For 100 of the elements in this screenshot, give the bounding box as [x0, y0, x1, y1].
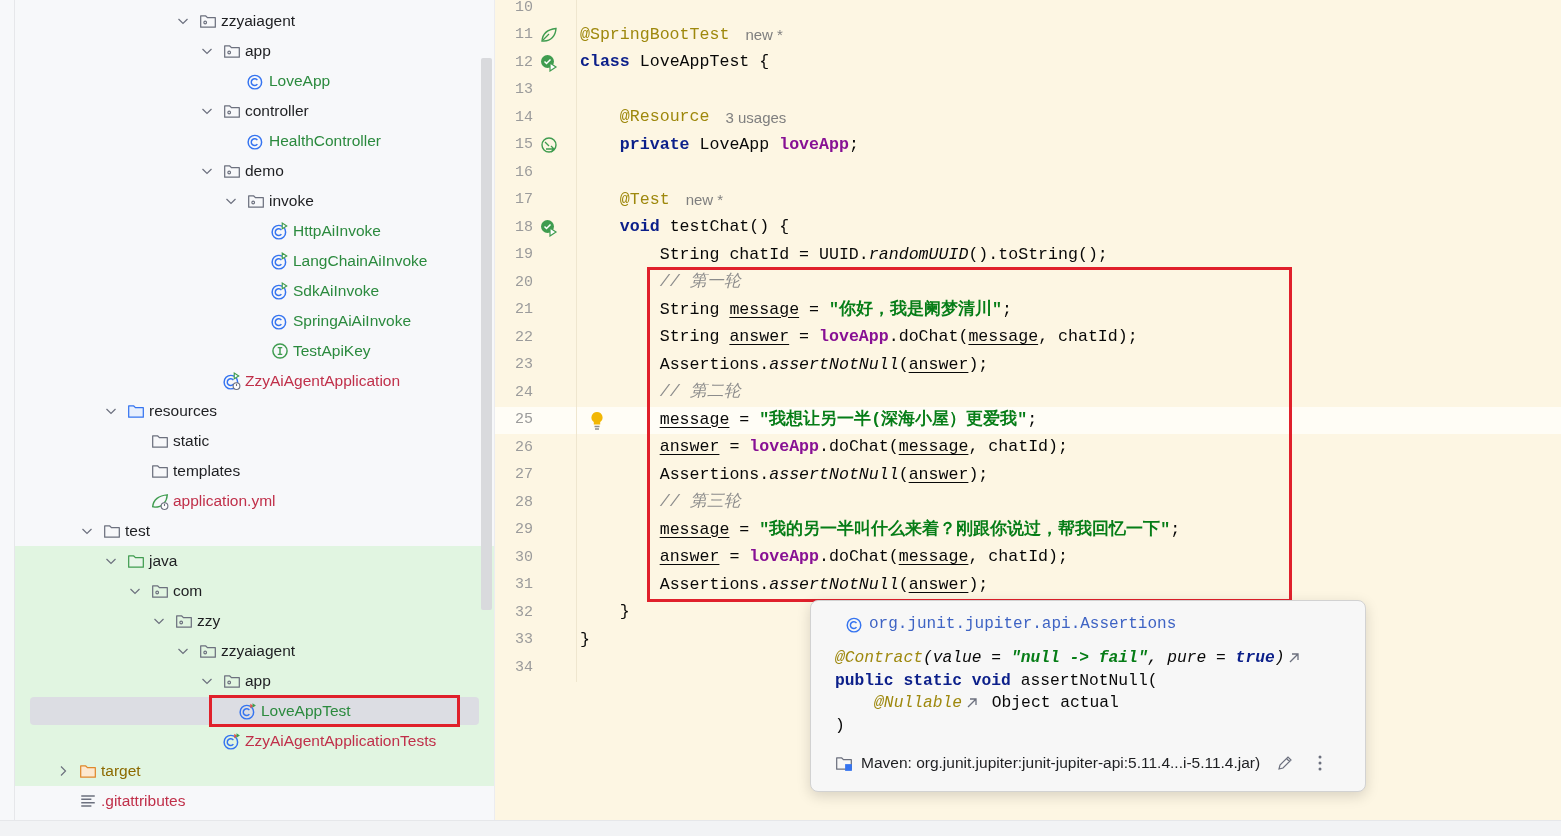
package-folder-icon: [223, 102, 241, 120]
tree-item[interactable]: LoveAppTest: [15, 696, 494, 726]
spring-leaf-icon[interactable]: [540, 26, 558, 45]
code-line: message = "我的另一半叫什么来着？刚跟你说过，帮我回忆一下";: [659, 518, 1181, 541]
tree-item-label: app: [245, 671, 271, 691]
tree-item[interactable]: templates: [15, 456, 494, 486]
signature-text: Object actual: [991, 692, 1119, 715]
tree-item[interactable]: zzyaiagent: [15, 636, 494, 666]
code-line: }: [580, 628, 590, 651]
lightbulb-icon[interactable]: [589, 410, 605, 431]
code-line: String answer = loveApp.doChat(message, chatId);: [659, 326, 1138, 349]
tree-item-label: zzyaiagent: [221, 641, 296, 661]
tree-item-label: target: [101, 761, 141, 781]
tree-item[interactable]: invoke: [15, 186, 494, 216]
code-line: class LoveAppTest {: [580, 51, 770, 74]
folder-icon: [103, 522, 121, 540]
code-line: void testChat() {: [619, 216, 790, 239]
line-number: 20: [514, 272, 533, 293]
tree-item-label: HttpAiInvoke: [293, 221, 381, 241]
folder-icon: [151, 462, 169, 480]
line-number: 19: [514, 245, 533, 265]
line-number: 14: [514, 107, 533, 128]
run-icon[interactable]: [540, 53, 558, 72]
tree-item[interactable]: ZzyAiAgentApplication: [15, 366, 494, 396]
tree-item[interactable]: app: [15, 666, 494, 696]
run-icon[interactable]: [540, 218, 558, 237]
line-number: 10: [514, 0, 533, 18]
line-number: 18: [514, 217, 533, 238]
line-number: 24: [514, 382, 533, 403]
folder-icon: [151, 432, 169, 450]
class-icon: [247, 132, 265, 150]
tree-item[interactable]: static: [15, 426, 494, 456]
tree-item[interactable]: controller: [15, 96, 494, 126]
inlay-hint[interactable]: new *: [745, 24, 783, 47]
interface-icon: [271, 342, 289, 360]
external-link-icon[interactable]: [1288, 652, 1301, 665]
line-number: 22: [514, 327, 533, 348]
tree-item-label: zzy: [197, 611, 221, 631]
class-icon: [247, 72, 265, 90]
tree-item[interactable]: zzyaiagent: [15, 6, 494, 36]
tree-item-label: LoveApp: [269, 71, 331, 91]
tree-item[interactable]: SdkAiInvoke: [15, 276, 494, 306]
tree-item[interactable]: app: [15, 36, 494, 66]
more-button[interactable]: [1318, 755, 1323, 771]
tree-item-label: templates: [173, 461, 241, 481]
line-number: 12: [514, 52, 533, 73]
bean-icon[interactable]: [540, 136, 558, 155]
signature-text: public static void assertNotNull(: [835, 669, 1158, 692]
folder-icon: [127, 552, 145, 570]
code-line: private LoveApp loveApp;: [619, 133, 859, 156]
tree-item-label: LangChainAiInvoke: [293, 251, 428, 271]
class-icon: [271, 312, 289, 330]
tree-item[interactable]: com: [15, 576, 494, 606]
tree-item[interactable]: demo: [15, 156, 494, 186]
code-line: // 第三轮: [659, 491, 741, 514]
test-class-icon: [223, 732, 241, 750]
inlay-hint[interactable]: new *: [685, 189, 724, 212]
tree-item[interactable]: HttpAiInvoke: [15, 216, 494, 246]
tree-item-label: .gitattributes: [101, 791, 186, 811]
tree-item-label: resources: [149, 401, 218, 421]
tree-item[interactable]: java: [15, 546, 494, 576]
code-line: // 第二轮: [659, 381, 741, 404]
inlay-hint[interactable]: 3 usages: [725, 106, 787, 129]
tree-item[interactable]: resources: [15, 396, 494, 426]
tree-item[interactable]: application.yml: [15, 486, 494, 516]
package-folder-icon: [199, 12, 217, 30]
tree-item[interactable]: ZzyAiAgentApplicationTests: [15, 726, 494, 756]
line-number: 34: [514, 657, 533, 678]
tree-item[interactable]: LangChainAiInvoke: [15, 246, 494, 276]
package-folder-icon: [247, 192, 265, 210]
tree-item-label: TestApiKey: [293, 341, 371, 361]
line-number: 17: [514, 190, 533, 210]
tree-item[interactable]: .gitattributes: [15, 786, 494, 816]
code-line: }: [619, 601, 630, 624]
code-line: // 第一轮: [659, 271, 741, 294]
tree-item-label: application.yml: [173, 491, 276, 511]
external-link-icon[interactable]: [966, 697, 979, 710]
scrollbar-thumb[interactable]: [481, 58, 492, 610]
class-name[interactable]: org.junit.jupiter.api.Assertions: [869, 612, 1177, 636]
folder-icon: [79, 762, 97, 780]
test-class-icon: [239, 702, 257, 720]
leaf-icon: [151, 492, 169, 510]
package-folder-icon: [175, 612, 193, 630]
signature-text: @Contract(value = "null -> fail", pure = true): [835, 647, 1285, 670]
tree-item[interactable]: test: [15, 516, 494, 546]
tree-item-label: SpringAiAiInvoke: [293, 311, 412, 331]
tree-item[interactable]: LoveApp: [15, 66, 494, 96]
tree-item-label: java: [149, 551, 178, 571]
tree-item-label: demo: [245, 161, 284, 181]
tree-item-label: LoveAppTest: [261, 701, 351, 721]
tree-item[interactable]: target: [15, 756, 494, 786]
tree-item[interactable]: SpringAiAiInvoke: [15, 306, 494, 336]
tree-item[interactable]: zzy: [15, 606, 494, 636]
line-number: 23: [514, 355, 533, 375]
tree-item[interactable]: TestApiKey: [15, 336, 494, 366]
code-line: @Test: [619, 188, 670, 211]
class-icon: [223, 372, 241, 390]
line-number: 27: [514, 465, 533, 485]
package-folder-icon: [223, 672, 241, 690]
tree-item[interactable]: HealthController: [15, 126, 494, 156]
